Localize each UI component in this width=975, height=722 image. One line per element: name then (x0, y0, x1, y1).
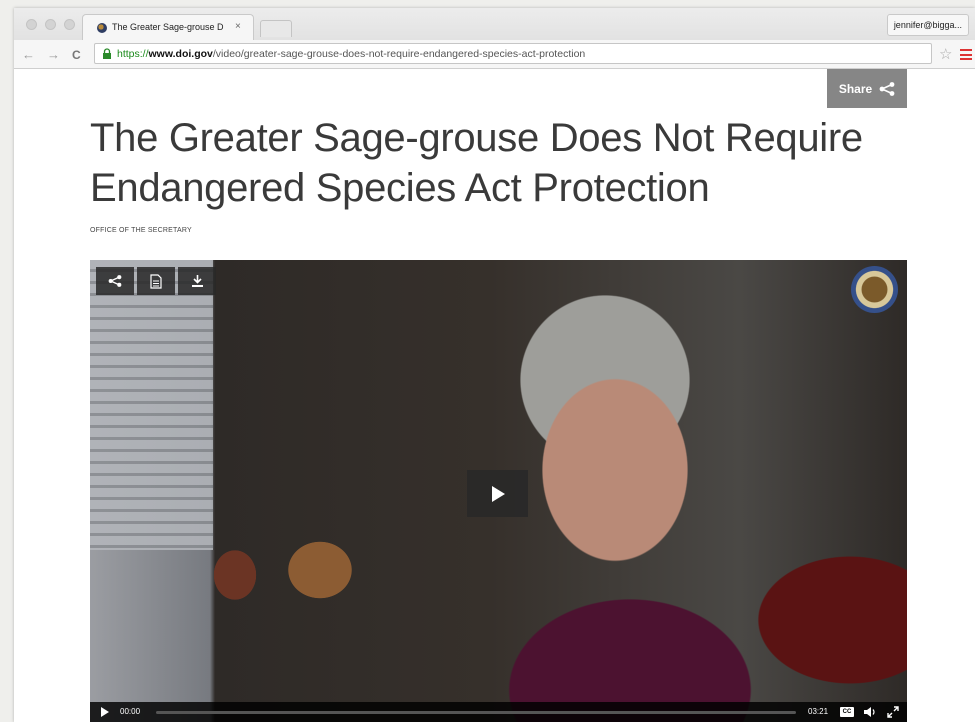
close-window-button[interactable] (26, 19, 37, 30)
play-button[interactable] (467, 470, 528, 517)
new-tab-button[interactable] (260, 20, 292, 37)
browser-tab[interactable]: The Greater Sage-grouse D × (82, 14, 254, 40)
favicon-icon (97, 23, 107, 33)
document-icon (150, 273, 162, 289)
reload-button[interactable]: C (72, 48, 81, 62)
download-button[interactable] (178, 267, 216, 295)
star-icon[interactable]: ☆ (939, 45, 952, 63)
current-time: 00:00 (120, 707, 141, 716)
lock-icon (103, 48, 111, 59)
url-path: /video/greater-sage-grouse-does-not-requ… (212, 48, 586, 60)
address-bar[interactable]: https://www.doi.gov/video/greater-sage-g… (94, 43, 932, 64)
browser-toolbar: ← → C https://www.doi.gov/video/greater-… (14, 40, 975, 69)
maximize-window-button[interactable] (64, 19, 75, 30)
video-frame-window-blinds (90, 260, 213, 550)
video-share-button[interactable] (96, 267, 134, 295)
share-icon (108, 275, 122, 287)
tab-close-icon[interactable]: × (235, 21, 241, 32)
back-button[interactable]: ← (22, 47, 35, 62)
video-player[interactable]: 00:00 03:21 CC (90, 260, 907, 722)
url-scheme: https:// (117, 48, 149, 60)
duration: 03:21 (808, 707, 829, 716)
video-controls: 00:00 03:21 CC (90, 702, 907, 722)
page-title: The Greater Sage-grouse Does Not Require… (90, 116, 863, 210)
share-button[interactable]: Share (827, 69, 907, 108)
share-icon (879, 81, 895, 96)
tab-title: The Greater Sage-grouse D (112, 22, 224, 32)
download-icon (191, 275, 203, 287)
forward-button[interactable]: → (47, 47, 60, 62)
tab-bar: The Greater Sage-grouse D × jennifer@big… (14, 8, 975, 40)
play-icon (491, 485, 505, 502)
url-text: https://www.doi.gov/video/greater-sage-g… (117, 48, 585, 60)
fullscreen-icon[interactable] (887, 706, 899, 718)
progress-bar[interactable] (156, 711, 796, 714)
seal-logo (851, 266, 898, 313)
captions-button[interactable]: CC (840, 707, 854, 717)
share-label: Share (838, 81, 873, 96)
menu-icon[interactable] (960, 49, 972, 63)
browser-window: The Greater Sage-grouse D × jennifer@big… (14, 8, 975, 722)
volume-icon[interactable] (863, 706, 877, 718)
profile-button[interactable]: jennifer@bigga... (886, 14, 969, 36)
url-host: www.doi.gov (148, 48, 213, 60)
play-icon[interactable] (100, 707, 110, 717)
page-content: Share The Greater Sage-grouse Does Not R… (14, 69, 975, 722)
transcript-button[interactable] (137, 267, 175, 295)
minimize-window-button[interactable] (45, 19, 56, 30)
window-controls (26, 19, 75, 30)
video-action-buttons (96, 267, 216, 295)
office-label: OFFICE OF THE SECRETARY (90, 227, 192, 234)
